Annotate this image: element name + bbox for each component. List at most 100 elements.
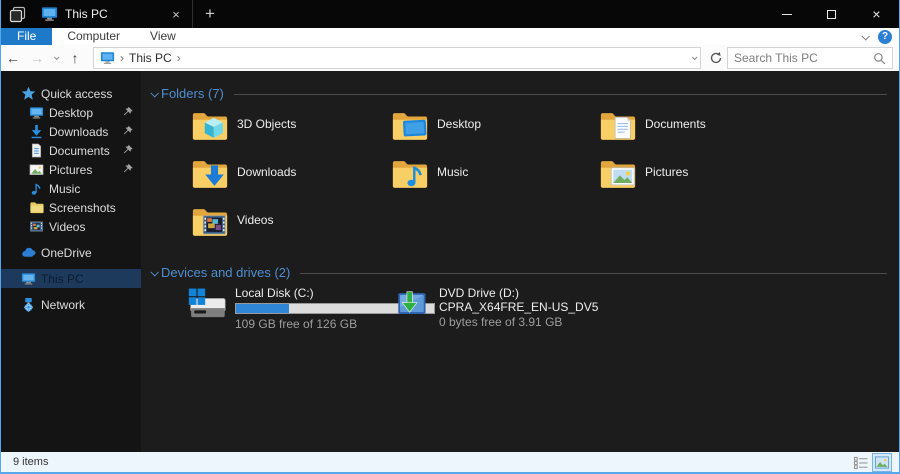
sidebar-item-label: Downloads — [49, 124, 109, 139]
sidebar-item-label: Pictures — [49, 162, 93, 177]
section-rule — [233, 94, 887, 95]
sidebar-item-label: OneDrive — [41, 245, 92, 260]
content-pane: Folders (7) 3D Objects Desktop Documents Do… — [141, 71, 899, 452]
breadcrumb-separator[interactable]: › — [177, 51, 181, 65]
address-bar[interactable]: › This PC › — [93, 47, 701, 69]
folder-name: Music — [437, 165, 469, 179]
folder-name: Documents — [645, 117, 706, 131]
titlebar: This PC × + × — [1, 0, 899, 28]
explorer-tab[interactable]: This PC × — [33, 0, 193, 28]
history-dropdown-icon[interactable] — [49, 54, 63, 61]
navigation-pane: Quick access Desktop Downloads Documents Pic… — [1, 71, 141, 452]
sidebar-item-videos[interactable]: Videos — [1, 217, 141, 236]
minimize-button[interactable] — [764, 0, 809, 28]
desktop-icon — [29, 105, 44, 120]
ribbon-expand-chevron-icon[interactable] — [861, 31, 870, 41]
folder-tile-downloads[interactable]: Downloads — [191, 157, 391, 205]
breadcrumb-this-pc[interactable]: This PC — [129, 51, 172, 65]
thispc-icon — [21, 271, 36, 286]
folder-name: 3D Objects — [237, 117, 297, 131]
sets-stack-icon[interactable] — [1, 0, 33, 28]
pin-icon — [122, 163, 134, 175]
up-button[interactable]: ↑ — [63, 50, 87, 66]
tab-monitor-icon — [41, 6, 58, 22]
tab-title: This PC — [65, 7, 108, 21]
folder-music-icon — [391, 157, 429, 190]
file-explorer-window: This PC × + × File Computer View ? ← → ↑ ›… — [0, 0, 900, 474]
folder-tile-videos[interactable]: Videos — [191, 205, 391, 253]
maximize-icon — [827, 9, 836, 19]
details-view-icon[interactable] — [852, 454, 870, 471]
back-button[interactable]: ← — [1, 50, 25, 66]
folder-videos-icon — [191, 205, 229, 238]
drives-grid: Local Disk (C:) 109 GB free of 126 GB DVD … — [187, 286, 891, 332]
folder-tile-music[interactable]: Music — [391, 157, 599, 205]
new-tab-button[interactable]: + — [193, 0, 227, 28]
tab-close-icon[interactable]: × — [168, 7, 184, 22]
sidebar-item-label: Network — [41, 297, 86, 312]
folder-tile-3d-objects[interactable]: 3D Objects — [191, 109, 391, 157]
sidebar-item-label: Documents — [49, 143, 110, 158]
sidebar-item-quick-access[interactable]: Quick access — [1, 84, 141, 103]
music-icon — [29, 181, 44, 196]
section-title: Devices and drives (2) — [161, 265, 291, 280]
star-icon — [21, 86, 36, 101]
maximize-button[interactable] — [809, 0, 854, 28]
sidebar-item-documents[interactable]: Documents — [1, 141, 141, 160]
sidebar-item-pictures[interactable]: Pictures — [1, 160, 141, 179]
network-icon — [21, 297, 36, 312]
search-icon[interactable] — [873, 52, 886, 65]
sidebar-item-onedrive[interactable]: OneDrive — [1, 243, 141, 262]
sidebar-item-label: Music — [49, 181, 81, 196]
refresh-icon[interactable] — [705, 51, 727, 65]
sidebar-item-music[interactable]: Music — [1, 179, 141, 198]
address-dropdown-icon[interactable] — [691, 54, 698, 61]
menu-item-file[interactable]: File — [1, 28, 53, 45]
search-input[interactable] — [734, 51, 873, 65]
disk-usage-fill — [236, 304, 290, 313]
section-rule — [300, 273, 887, 274]
help-icon[interactable]: ? — [878, 29, 892, 44]
sidebar-item-screenshots[interactable]: Screenshots — [1, 198, 141, 217]
chevron-down-icon[interactable] — [150, 88, 159, 98]
folder-pictures-icon — [599, 157, 637, 190]
pin-icon — [122, 144, 134, 156]
forward-button[interactable]: → — [25, 50, 49, 66]
folder-tile-documents[interactable]: Documents — [599, 109, 891, 157]
folder-tile-desktop[interactable]: Desktop — [391, 109, 599, 157]
folder-downloads-icon — [191, 157, 229, 190]
folder-tile-pictures[interactable]: Pictures — [599, 157, 891, 205]
sidebar-item-label: Quick access — [41, 86, 113, 101]
minimize-icon — [781, 13, 792, 15]
onedrive-icon — [21, 245, 36, 260]
menu-item-computer[interactable]: Computer — [52, 28, 135, 45]
videos-icon — [29, 219, 44, 234]
sidebar-item-downloads[interactable]: Downloads — [1, 122, 141, 141]
search-box[interactable] — [727, 47, 893, 69]
drive-tile-dvd-drive-d-[interactable]: DVD Drive (D:) CPRA_X64FRE_EN-US_DV5 0 byt… — [391, 286, 891, 332]
folders-grid: 3D Objects Desktop Documents Downloads Music… — [191, 109, 891, 253]
pin-icon — [122, 106, 134, 118]
sidebar-item-network[interactable]: Network — [1, 295, 141, 314]
devices-section-header[interactable]: Devices and drives (2) — [147, 265, 891, 280]
drive-name: DVD Drive (D:) — [439, 286, 519, 300]
chevron-down-icon[interactable] — [150, 267, 159, 277]
picture-icon — [29, 162, 44, 177]
pin-icon — [122, 125, 134, 137]
drive-free-space: 0 bytes free of 3.91 GB — [439, 315, 563, 329]
titlebar-drag-area[interactable] — [227, 0, 764, 28]
folder-desktop-icon — [391, 109, 429, 142]
thumbnail-view-icon[interactable] — [872, 452, 892, 472]
status-bar: 9 items — [1, 452, 899, 472]
download-icon — [29, 124, 44, 139]
menubar: File Computer View ? — [1, 28, 899, 45]
close-button[interactable]: × — [854, 0, 899, 28]
drive-tile-local-disk-c-[interactable]: Local Disk (C:) 109 GB free of 126 GB — [187, 286, 435, 332]
menu-item-view[interactable]: View — [135, 28, 191, 45]
breadcrumb-separator: › — [120, 51, 124, 65]
drive-dvd-icon — [391, 286, 431, 322]
folders-section-header[interactable]: Folders (7) — [147, 86, 891, 101]
sidebar-item-this-pc[interactable]: This PC — [1, 269, 141, 288]
sidebar-item-desktop[interactable]: Desktop — [1, 103, 141, 122]
sidebar-item-label: Desktop — [49, 105, 94, 120]
